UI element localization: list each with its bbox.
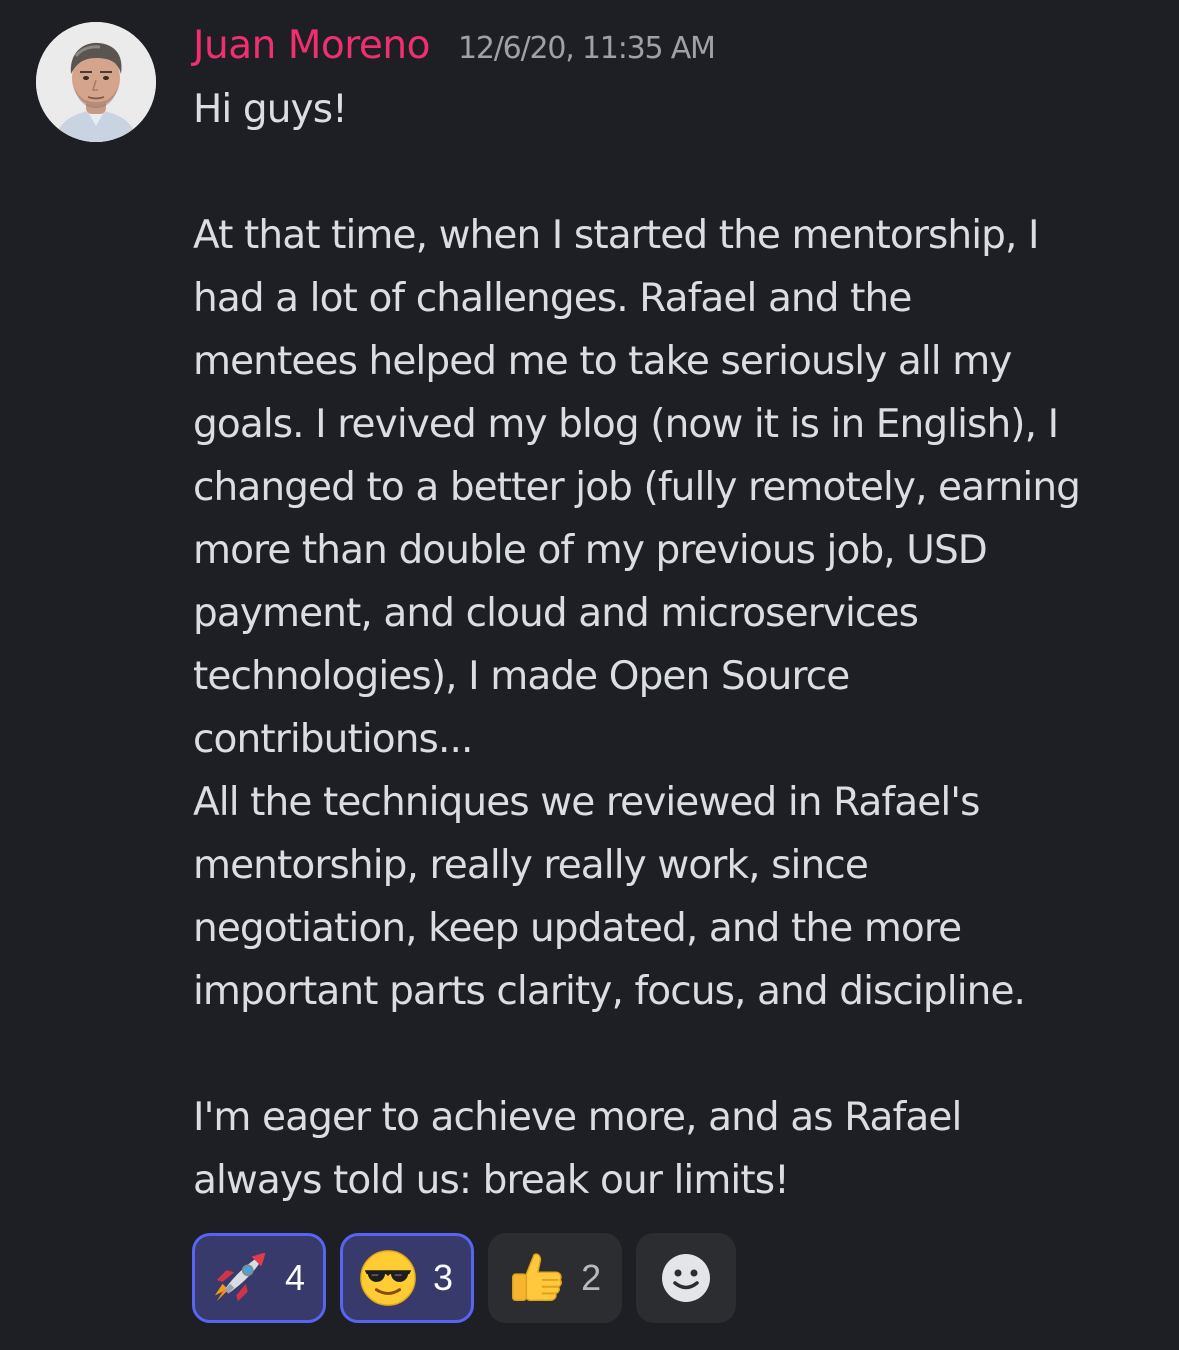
reaction-thumbs-up[interactable]: 2: [488, 1233, 623, 1323]
rocket-emoji-icon: [209, 1247, 271, 1309]
message-line: always told us: break our limits!: [193, 1158, 790, 1203]
reaction-count: 2: [581, 1257, 602, 1298]
message-line: important parts clarity, focus, and disc…: [193, 969, 1026, 1014]
message-line: contributions...: [193, 717, 473, 762]
message-line: All the techniques we reviewed in Rafael…: [193, 780, 980, 825]
message-line: mentorship, really really work, since: [193, 843, 869, 888]
message-line: Hi guys!: [193, 87, 348, 132]
reaction-rocket[interactable]: 4: [192, 1233, 327, 1323]
message-line: mentees helped me to take seriously all …: [193, 339, 1012, 384]
message-line: had a lot of challenges. Rafael and the: [193, 276, 912, 321]
message-line: negotiation, keep updated, and the more: [193, 906, 962, 951]
message-line: technologies), I made Open Source: [193, 654, 850, 699]
thumbs-up-emoji-icon: [505, 1247, 567, 1309]
message-line: At that time, when I started the mentors…: [193, 213, 1040, 258]
reaction-sunglasses[interactable]: 3: [340, 1233, 475, 1323]
reaction-count: 3: [433, 1257, 454, 1298]
avatar-photo-icon: [36, 22, 156, 142]
message-text: Hi guys! At that time, when I started th…: [193, 78, 1153, 1212]
add-reaction-button[interactable]: [636, 1233, 737, 1323]
message-header: Juan Moreno 12/6/20, 11:35 AM: [193, 20, 716, 72]
avatar[interactable]: [36, 22, 156, 142]
reaction-count: 4: [285, 1257, 306, 1298]
sunglasses-emoji-icon: [357, 1247, 419, 1309]
chat-message: Juan Moreno 12/6/20, 11:35 AM Hi guys! A…: [0, 0, 1179, 1350]
message-timestamp: 12/6/20, 11:35 AM: [458, 31, 716, 66]
message-line: payment, and cloud and microservices: [193, 591, 919, 636]
message-body: Hi guys! At that time, when I started th…: [193, 78, 1153, 1212]
message-line: goals. I revived my blog (now it is in E…: [193, 402, 1059, 447]
smiley-add-reaction-icon: [662, 1254, 711, 1302]
message-line: I'm eager to achieve more, and as Rafael: [193, 1095, 962, 1140]
author-name[interactable]: Juan Moreno: [193, 20, 431, 72]
message-line: more than double of my previous job, USD: [193, 528, 988, 573]
message-line: changed to a better job (fully remotely,…: [193, 465, 1081, 510]
reactions-bar: 4 3 2: [192, 1233, 737, 1323]
